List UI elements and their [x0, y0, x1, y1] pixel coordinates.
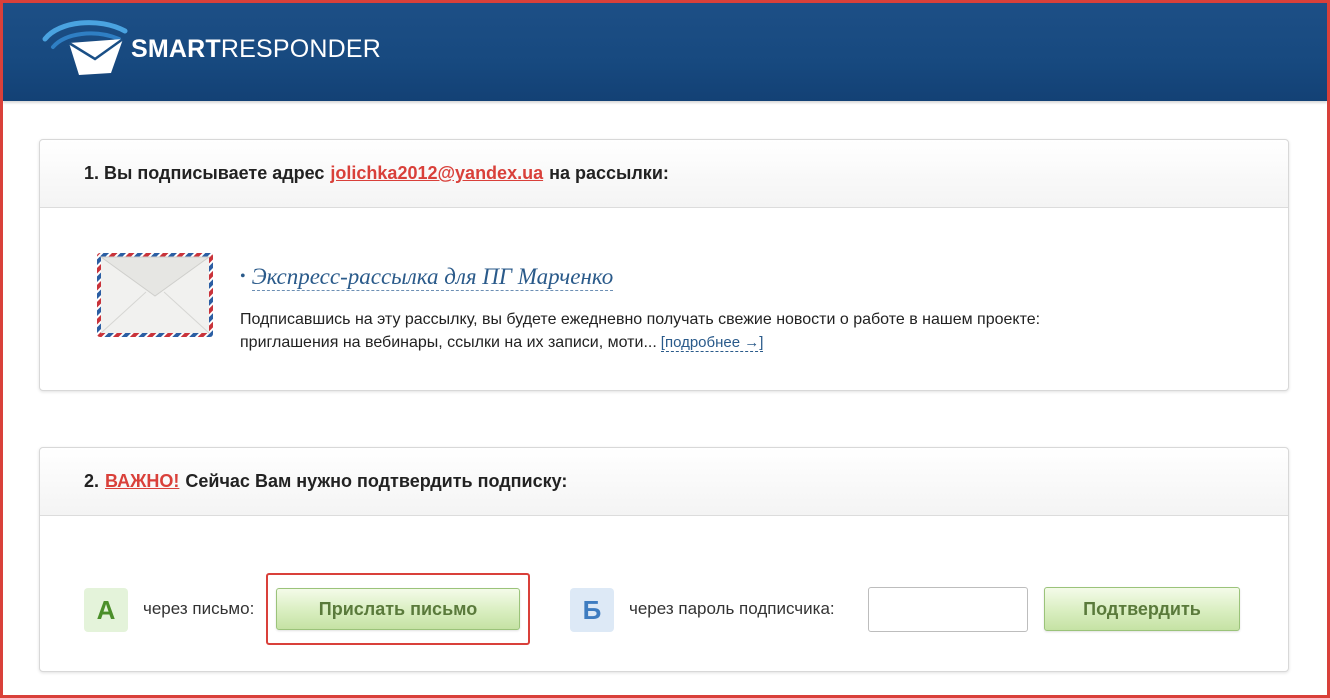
- confirm-button[interactable]: Подтвердить: [1044, 587, 1240, 631]
- description-line-1: Подписавшись на эту рассылку, вы будете …: [240, 311, 1041, 328]
- more-link[interactable]: [подробнее →]: [660, 334, 764, 352]
- email-link[interactable]: jolichka2012@yandex.ua: [330, 163, 543, 184]
- send-letter-button[interactable]: Прислать письмо: [276, 588, 520, 630]
- heading-suffix: на рассылки:: [549, 163, 669, 183]
- mailing-list-title[interactable]: • Экспресс-рассылка для ПГ Марченко: [240, 264, 614, 291]
- mailing-list-description: Подписавшись на эту рассылку, вы будете …: [240, 308, 1240, 354]
- heading-prefix: 1. Вы подписываете адрес: [84, 163, 325, 183]
- panel-heading: 2. ВАЖНО! Сейчас Вам нужно подтвердить п…: [40, 448, 1288, 516]
- subscription-panel: 1. Вы подписываете адрес jolichka2012@ya…: [39, 139, 1289, 391]
- confirm-panel: 2. ВАЖНО! Сейчас Вам нужно подтвердить п…: [39, 447, 1289, 672]
- heading-prefix: 2.: [84, 471, 100, 491]
- site-header: SMARTRESPONDER: [3, 3, 1327, 101]
- logo[interactable]: SMARTRESPONDER: [39, 17, 399, 81]
- option-b-label: через пароль подписчика:: [629, 599, 835, 618]
- option-a-badge: А: [84, 588, 128, 632]
- envelope-swoosh-logo-icon: [42, 20, 128, 75]
- important-label: ВАЖНО!: [105, 471, 180, 491]
- subscriber-password-input[interactable]: [868, 587, 1028, 632]
- page-frame: SMARTRESPONDER 1. Вы подписываете адрес …: [0, 0, 1330, 698]
- panel-heading: 1. Вы подписываете адрес jolichka2012@ya…: [40, 140, 1288, 208]
- logo-text: SMARTRESPONDER: [131, 35, 382, 63]
- heading-suffix: Сейчас Вам нужно подтвердить подписку:: [185, 471, 568, 491]
- option-a-label: через письмо:: [143, 599, 255, 618]
- option-b-badge: Б: [570, 588, 614, 632]
- description-line-2: приглашения на вебинары, ссылки на их за…: [240, 334, 764, 352]
- envelope-icon: [97, 253, 213, 337]
